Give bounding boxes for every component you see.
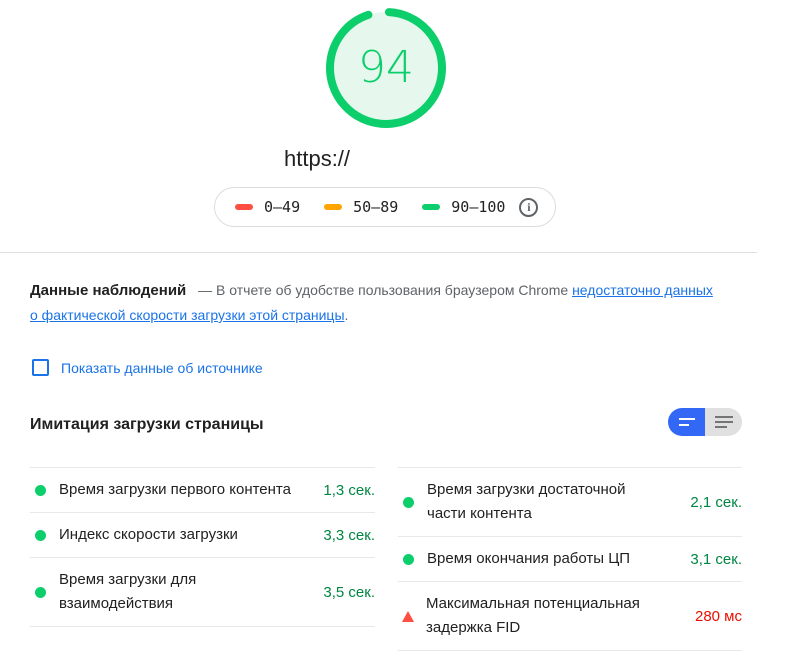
field-data-text: — В отчете об удобстве пользования брауз… <box>198 282 569 298</box>
field-data-section: Данные наблюдений — В отчете об удобстве… <box>30 278 720 328</box>
metric-label: Время загрузки для взаимодействия <box>59 571 197 612</box>
compact-view-button[interactable] <box>668 408 705 436</box>
metric-label: Время окончания работы ЦП <box>427 550 631 567</box>
pass-dot-icon <box>35 529 46 541</box>
metric-row: Время загрузки первого контента 1,3 сек. <box>30 467 375 512</box>
show-source-toggle[interactable]: Показать данные об источнике <box>32 359 263 376</box>
legend-label: 0–49 <box>264 198 301 216</box>
metric-label: Индекс скорости загрузки <box>59 526 238 543</box>
pass-dot-icon <box>403 553 414 565</box>
info-icon[interactable]: i <box>519 197 539 217</box>
view-toggle <box>668 408 742 436</box>
checkbox[interactable] <box>32 359 49 376</box>
metric-label: Время загрузки первого контента <box>59 481 291 498</box>
metric-value: 2,1 сек. <box>690 493 742 511</box>
legend-fail: 0–49 <box>235 198 300 216</box>
fail-triangle-icon <box>402 610 414 622</box>
legend-label: 50–89 <box>353 198 399 216</box>
divider <box>0 252 757 253</box>
metric-value: 3,3 сек. <box>323 526 375 544</box>
pass-dot-icon <box>35 484 46 496</box>
show-source-label: Показать данные об источнике <box>61 359 263 376</box>
metric-row: Максимальная потенциальная задержка FID 2… <box>398 581 742 651</box>
page-url: https:// <box>284 146 351 171</box>
metric-value: 3,5 сек. <box>323 583 375 601</box>
lines-icon <box>714 416 733 428</box>
metric-label: Время загрузки достаточной части контент… <box>427 481 626 522</box>
metric-value: 3,1 сек. <box>690 550 742 568</box>
legend-pass: 90–100 <box>422 198 505 216</box>
expanded-view-button[interactable] <box>705 408 742 436</box>
pass-dot-icon <box>403 496 414 508</box>
score-legend: 0–49 50–89 90–100 i <box>214 187 556 227</box>
lab-data-title: Имитация загрузки страницы <box>30 416 264 433</box>
metric-row: Время окончания работы ЦП 3,1 сек. <box>398 536 742 581</box>
metric-value: 280 мс <box>694 607 742 625</box>
period: . <box>344 307 349 323</box>
legend-average: 50–89 <box>324 198 398 216</box>
metric-value: 1,3 сек. <box>323 481 375 499</box>
metric-row: Время загрузки для взаимодействия 3,5 сек… <box>30 557 375 627</box>
metric-row: Индекс скорости загрузки 3,3 сек. <box>30 512 375 557</box>
legend-label: 90–100 <box>451 198 506 216</box>
performance-score: 94 <box>358 42 414 93</box>
metric-row: Время загрузки достаточной части контент… <box>398 467 742 536</box>
field-data-title: Данные наблюдений <box>30 282 187 299</box>
pass-dot-icon <box>35 586 46 598</box>
metric-label: Максимальная потенциальная задержка FID <box>426 595 640 636</box>
short-lines-icon <box>678 418 695 426</box>
